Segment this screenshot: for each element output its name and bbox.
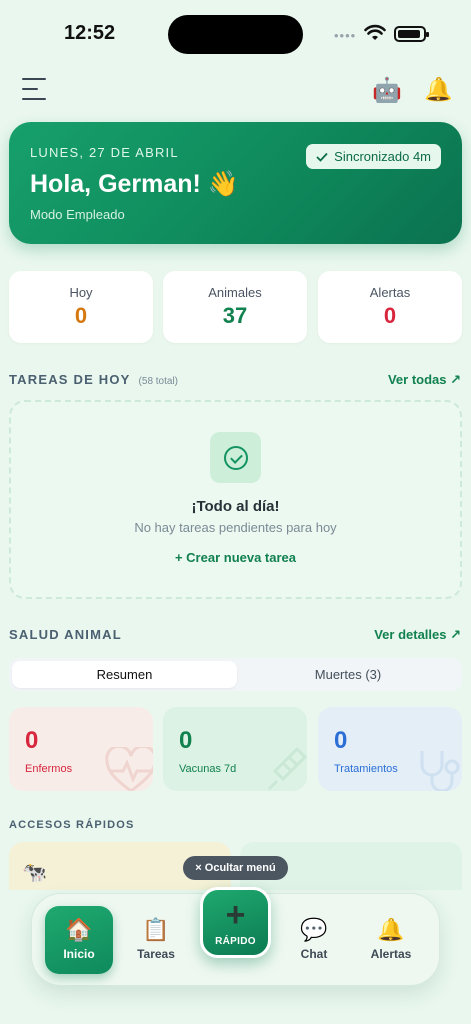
user-mode: Modo Empleado [30, 207, 125, 222]
stat-card-animals[interactable]: Animales 37 [163, 271, 307, 343]
stat-value: 37 [222, 303, 248, 328]
health-card-treatments[interactable]: 0 Tratamientos [318, 707, 462, 791]
health-tabs: Resumen Muertes (3) [9, 658, 462, 691]
check-icon [316, 152, 328, 162]
stat-value: 0 [74, 303, 88, 328]
stat-label: Animales [208, 285, 262, 300]
health-card-sick[interactable]: 0 Enfermos [9, 707, 153, 791]
cow-icon: 🐄 [22, 862, 47, 884]
quick-access-title: ACCESOS RÁPIDOS [9, 819, 135, 831]
nav-label: Inicio [63, 947, 95, 961]
stat-card-today[interactable]: Hoy 0 [9, 271, 153, 343]
bell-icon: 🔔 [377, 917, 405, 942]
nav-home[interactable]: 🏠 Inicio [45, 906, 113, 974]
health-card-vaccines[interactable]: 0 Vacunas 7d [163, 707, 307, 791]
tasks-title: TAREAS DE HOY [9, 372, 131, 387]
tab-deaths[interactable]: Muertes (3) [237, 661, 459, 688]
hide-menu-button[interactable]: × Ocultar menú [183, 856, 288, 880]
tasks-section-title: TAREAS DE HOY (58 total) [9, 372, 178, 387]
treatments-label: Tratamientos [334, 763, 398, 775]
stat-label: Alertas [369, 285, 411, 300]
sync-badge: Sincronizado 4m [306, 144, 441, 169]
plus-icon: + [225, 896, 246, 934]
sick-count: 0 [25, 727, 39, 754]
dynamic-island [168, 15, 303, 54]
greeting-title: Hola, German! 👋 [30, 170, 239, 198]
signal-icon: •••• [334, 28, 357, 43]
view-all-tasks-link[interactable]: Ver todas ↗ [388, 372, 461, 388]
tasks-count: (58 total) [138, 376, 179, 387]
wifi-icon [364, 24, 386, 40]
battery-icon [394, 26, 429, 42]
create-task-link[interactable]: + Crear nueva tarea [0, 550, 471, 565]
sync-label: Sincronizado 4m [334, 149, 431, 164]
stat-label: Hoy [69, 285, 93, 300]
stethoscope-icon [420, 751, 460, 791]
bell-icon[interactable]: 🔔 [424, 76, 453, 103]
nav-alerts[interactable]: 🔔 Alertas [357, 906, 425, 974]
status-time: 12:52 [64, 22, 116, 44]
current-date: LUNES, 27 DE ABRIL [30, 145, 179, 160]
stat-card-alerts[interactable]: Alertas 0 [318, 271, 462, 343]
health-section-title: SALUD ANIMAL [9, 627, 122, 642]
fab-label: RÁPIDO [215, 936, 256, 947]
tab-summary[interactable]: Resumen [12, 661, 237, 688]
greeting-card: LUNES, 27 DE ABRIL Hola, German! 👋 Modo … [9, 122, 462, 244]
empty-subtitle: No hay tareas pendientes para hoy [134, 520, 337, 535]
treatments-count: 0 [334, 727, 348, 754]
robot-icon[interactable]: 🤖 [372, 76, 402, 105]
empty-title: ¡Todo al día! [191, 498, 280, 515]
syringe-icon [267, 747, 307, 791]
quick-action-button[interactable]: + RÁPIDO [200, 887, 271, 958]
status-bar: 12:52 •••• [0, 0, 471, 66]
view-health-details-link[interactable]: Ver detalles ↗ [374, 627, 461, 643]
clipboard-icon: 📋 [142, 917, 170, 942]
sick-label: Enfermos [25, 763, 73, 775]
nav-label: Tareas [137, 947, 175, 961]
heart-pulse-icon [105, 747, 153, 791]
nav-label: Chat [300, 947, 328, 961]
nav-tasks[interactable]: 📋 Tareas [122, 906, 190, 974]
chat-icon: 💬 [300, 917, 328, 942]
vaccines-label: Vacunas 7d [179, 763, 237, 775]
vaccines-count: 0 [179, 727, 193, 754]
nav-label: Alertas [370, 947, 412, 961]
home-icon: 🏠 [65, 917, 93, 942]
check-circle-icon [210, 432, 261, 483]
hamburger-icon[interactable] [22, 78, 46, 100]
stat-value: 0 [383, 303, 397, 328]
nav-chat[interactable]: 💬 Chat [280, 906, 348, 974]
